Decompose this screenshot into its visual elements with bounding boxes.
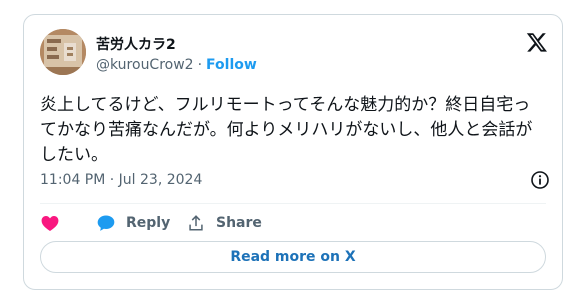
separator-dot: · [197,57,203,73]
user-avatar-icon [40,29,86,75]
share-label: Share [216,215,262,231]
reply-label: Reply [126,215,171,231]
user-handle[interactable]: @kurouCrow2 [96,57,194,73]
display-name[interactable]: 苦労人カラ2 [96,34,176,54]
x-logo-icon[interactable] [526,31,548,53]
heart-icon [41,216,59,231]
reply-button[interactable]: Reply [96,211,170,235]
speech-bubble-icon [97,215,115,231]
tweet-text: 炎上してるけど、フルリモートってそんな魅力的か？終日自宅ってかなり苦痛なんだが。… [40,95,533,165]
avatar[interactable] [40,29,86,75]
like-button[interactable] [40,211,70,235]
read-more-button[interactable]: Read more on X [40,241,546,273]
handle-row: @kurouCrow2 · Follow [96,57,257,73]
follow-button[interactable]: Follow [206,57,257,73]
divider [40,203,546,204]
tweet-card: 苦労人カラ2 @kurouCrow2 · Follow 炎上してるけど、フルリモート… [23,14,563,290]
share-upload-icon [189,215,203,231]
share-button[interactable]: Share [186,211,262,235]
tweet-timestamp[interactable]: 11:04 PM · Jul 23, 2024 [40,172,202,188]
info-icon[interactable] [530,170,550,190]
